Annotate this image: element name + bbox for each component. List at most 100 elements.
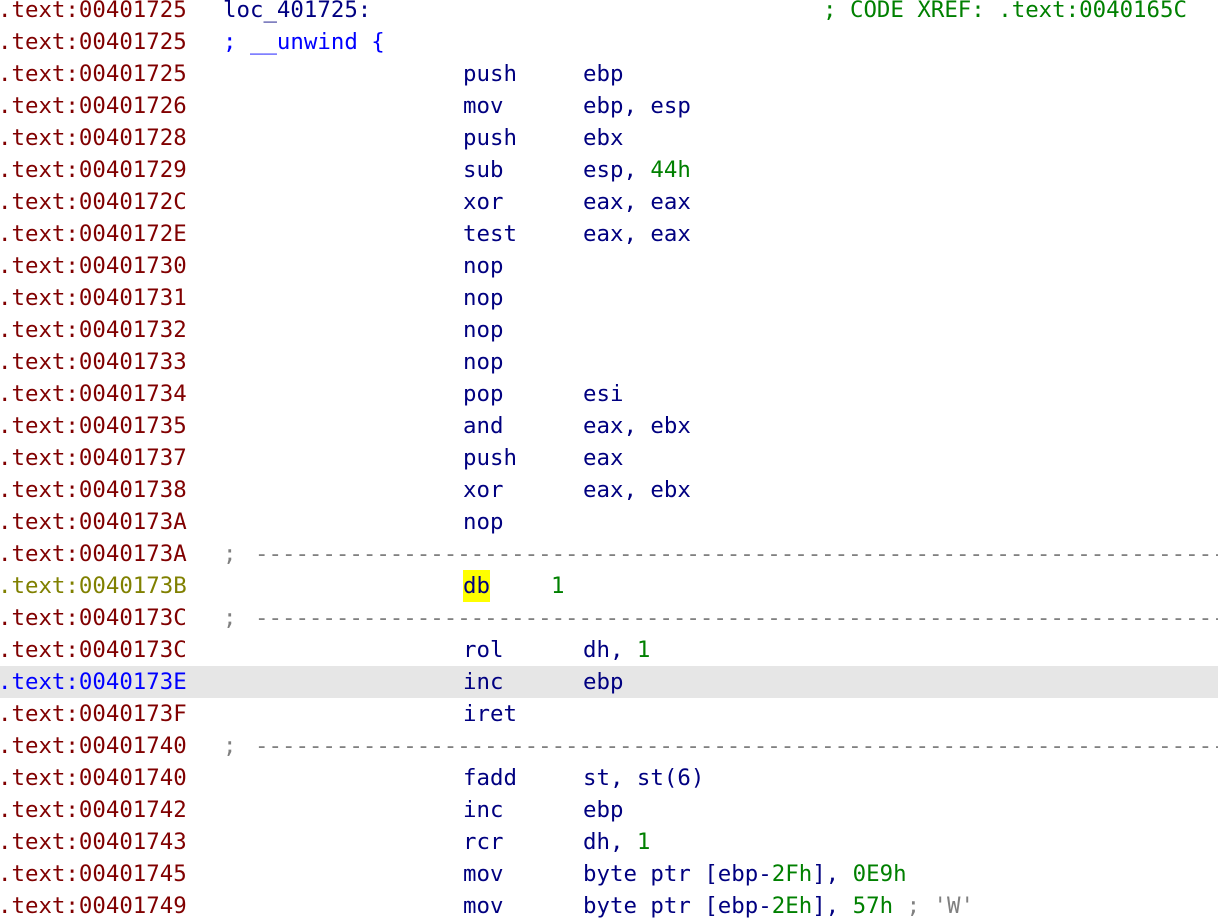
address[interactable]: .text:00401731 xyxy=(0,282,187,314)
operands[interactable]: eax, ebx xyxy=(583,410,691,442)
mnemonic[interactable]: nop xyxy=(463,346,503,378)
address[interactable]: .text:00401742 xyxy=(0,794,187,826)
listing-line[interactable]: .text:00401725 ; __unwind { xyxy=(0,26,1218,58)
address[interactable]: .text:00401738 xyxy=(0,474,187,506)
operands[interactable]: ebx xyxy=(583,122,623,154)
listing-line[interactable]: .text:0040173A; -------------------------… xyxy=(0,538,1218,570)
address[interactable]: .text:0040173C xyxy=(0,602,187,634)
operands[interactable]: byte ptr [ebp-2Fh], 0E9h xyxy=(583,858,907,890)
operands[interactable]: dh, 1 xyxy=(583,826,650,858)
operands[interactable]: ebp xyxy=(583,794,623,826)
mnemonic[interactable]: test xyxy=(463,218,517,250)
listing-line[interactable]: .text:00401738 xor eax, ebx xyxy=(0,474,1218,506)
mnemonic[interactable]: iret xyxy=(463,698,517,730)
address[interactable]: .text:00401745 xyxy=(0,858,187,890)
address[interactable]: .text:00401737 xyxy=(0,442,187,474)
mnemonic[interactable]: xor xyxy=(463,474,503,506)
operands[interactable]: st, st(6) xyxy=(583,762,704,794)
mnemonic[interactable]: pop xyxy=(463,378,503,410)
operands[interactable]: ebp, esp xyxy=(583,90,691,122)
address[interactable]: .text:00401734 xyxy=(0,378,187,410)
mnemonic[interactable]: nop xyxy=(463,250,503,282)
listing-line-selected[interactable]: .text:0040173E inc ebp xyxy=(0,666,1218,698)
listing-line[interactable]: .text:00401745 mov byte ptr [ebp-2Fh], 0E9… xyxy=(0,858,1218,890)
address[interactable]: .text:00401725 xyxy=(0,26,187,58)
mnemonic[interactable]: nop xyxy=(463,282,503,314)
operands[interactable]: byte ptr [ebp-2Eh], 57h ; 'W' xyxy=(583,890,974,922)
listing-line[interactable]: .text:0040173B db 1 xyxy=(0,570,1218,602)
mnemonic[interactable]: rcr xyxy=(463,826,503,858)
mnemonic[interactable]: xor xyxy=(463,186,503,218)
mnemonic[interactable]: mov xyxy=(463,90,503,122)
operands[interactable]: esp, 44h xyxy=(583,154,691,186)
address[interactable]: .text:00401725 xyxy=(0,58,187,90)
address[interactable]: .text:0040173E xyxy=(0,666,187,698)
address[interactable]: .text:00401726 xyxy=(0,90,187,122)
address[interactable]: .text:00401749 xyxy=(0,890,187,922)
listing-line[interactable]: .text:00401740; -------------------------… xyxy=(0,730,1218,762)
mnemonic[interactable]: push xyxy=(463,442,517,474)
address[interactable]: .text:00401735 xyxy=(0,410,187,442)
listing-line[interactable]: .text:00401731 nop xyxy=(0,282,1218,314)
listing-line[interactable]: .text:0040173F iret xyxy=(0,698,1218,730)
mnemonic[interactable]: fadd xyxy=(463,762,517,794)
listing-line[interactable]: .text:0040173C; -------------------------… xyxy=(0,602,1218,634)
listing-line[interactable]: .text:00401742 inc ebp xyxy=(0,794,1218,826)
address[interactable]: .text:0040173B xyxy=(0,570,187,602)
listing-line[interactable]: .text:00401725 loc_401725: ; CODE XREF: .t… xyxy=(0,0,1218,26)
address[interactable]: .text:00401740 xyxy=(0,762,187,794)
xref-comment[interactable]: ; CODE XREF: .text:0040165C xyxy=(823,0,1187,26)
address[interactable]: .text:00401730 xyxy=(0,250,187,282)
operands[interactable]: esi xyxy=(583,378,623,410)
operands[interactable]: eax, eax xyxy=(583,218,691,250)
address[interactable]: .text:00401733 xyxy=(0,346,187,378)
listing-line[interactable]: .text:00401733 nop xyxy=(0,346,1218,378)
listing-line[interactable]: .text:00401726 mov ebp, esp xyxy=(0,90,1218,122)
address[interactable]: .text:0040173F xyxy=(0,698,187,730)
mnemonic[interactable]: mov xyxy=(463,858,503,890)
listing-line[interactable]: .text:00401740 fadd st, st(6) xyxy=(0,762,1218,794)
listing-line[interactable]: .text:0040172E test eax, eax xyxy=(0,218,1218,250)
mnemonic[interactable]: inc xyxy=(463,666,503,698)
listing-line[interactable]: .text:0040173A nop xyxy=(0,506,1218,538)
listing-line[interactable]: .text:00401732 nop xyxy=(0,314,1218,346)
listing-line[interactable]: .text:00401730 nop xyxy=(0,250,1218,282)
address[interactable]: .text:0040173A xyxy=(0,538,187,570)
listing-line[interactable]: .text:00401737 push eax xyxy=(0,442,1218,474)
operands[interactable]: 1 xyxy=(551,570,564,602)
mnemonic[interactable]: sub xyxy=(463,154,503,186)
address[interactable]: .text:00401728 xyxy=(0,122,187,154)
operands[interactable]: ebp xyxy=(583,666,623,698)
address[interactable]: .text:0040173A xyxy=(0,506,187,538)
mnemonic[interactable]: nop xyxy=(463,314,503,346)
mnemonic[interactable]: rol xyxy=(463,634,503,666)
operands[interactable]: ebp xyxy=(583,58,623,90)
listing-line[interactable]: .text:00401729 sub esp, 44h xyxy=(0,154,1218,186)
listing-line[interactable]: .text:00401734 pop esi xyxy=(0,378,1218,410)
listing-line[interactable]: .text:0040173C rol dh, 1 xyxy=(0,634,1218,666)
listing-line[interactable]: .text:00401743 rcr dh, 1 xyxy=(0,826,1218,858)
mnemonic[interactable]: push xyxy=(463,58,517,90)
listing-line[interactable]: .text:00401725 push ebp xyxy=(0,58,1218,90)
listing-line[interactable]: .text:0040172C xor eax, eax xyxy=(0,186,1218,218)
address[interactable]: .text:00401732 xyxy=(0,314,187,346)
operands[interactable]: eax, ebx xyxy=(583,474,691,506)
mnemonic[interactable]: nop xyxy=(463,506,503,538)
address[interactable]: .text:00401729 xyxy=(0,154,187,186)
address[interactable]: .text:0040172E xyxy=(0,218,187,250)
operands[interactable]: dh, 1 xyxy=(583,634,650,666)
disassembly-listing[interactable]: .text:00401725 loc_401725: ; CODE XREF: .t… xyxy=(0,0,1218,922)
address[interactable]: .text:00401740 xyxy=(0,730,187,762)
address[interactable]: .text:0040172C xyxy=(0,186,187,218)
listing-line[interactable]: .text:00401749 mov byte ptr [ebp-2Eh], 57h… xyxy=(0,890,1218,922)
operands[interactable]: eax, eax xyxy=(583,186,691,218)
mnemonic[interactable]: and xyxy=(463,410,503,442)
data-directive[interactable]: db xyxy=(463,570,490,602)
mnemonic[interactable]: mov xyxy=(463,890,503,922)
address[interactable]: .text:0040173C xyxy=(0,634,187,666)
mnemonic[interactable]: push xyxy=(463,122,517,154)
code-label[interactable]: loc_401725: xyxy=(223,0,371,26)
address[interactable]: .text:00401743 xyxy=(0,826,187,858)
address[interactable]: .text:00401725 xyxy=(0,0,187,26)
mnemonic[interactable]: inc xyxy=(463,794,503,826)
